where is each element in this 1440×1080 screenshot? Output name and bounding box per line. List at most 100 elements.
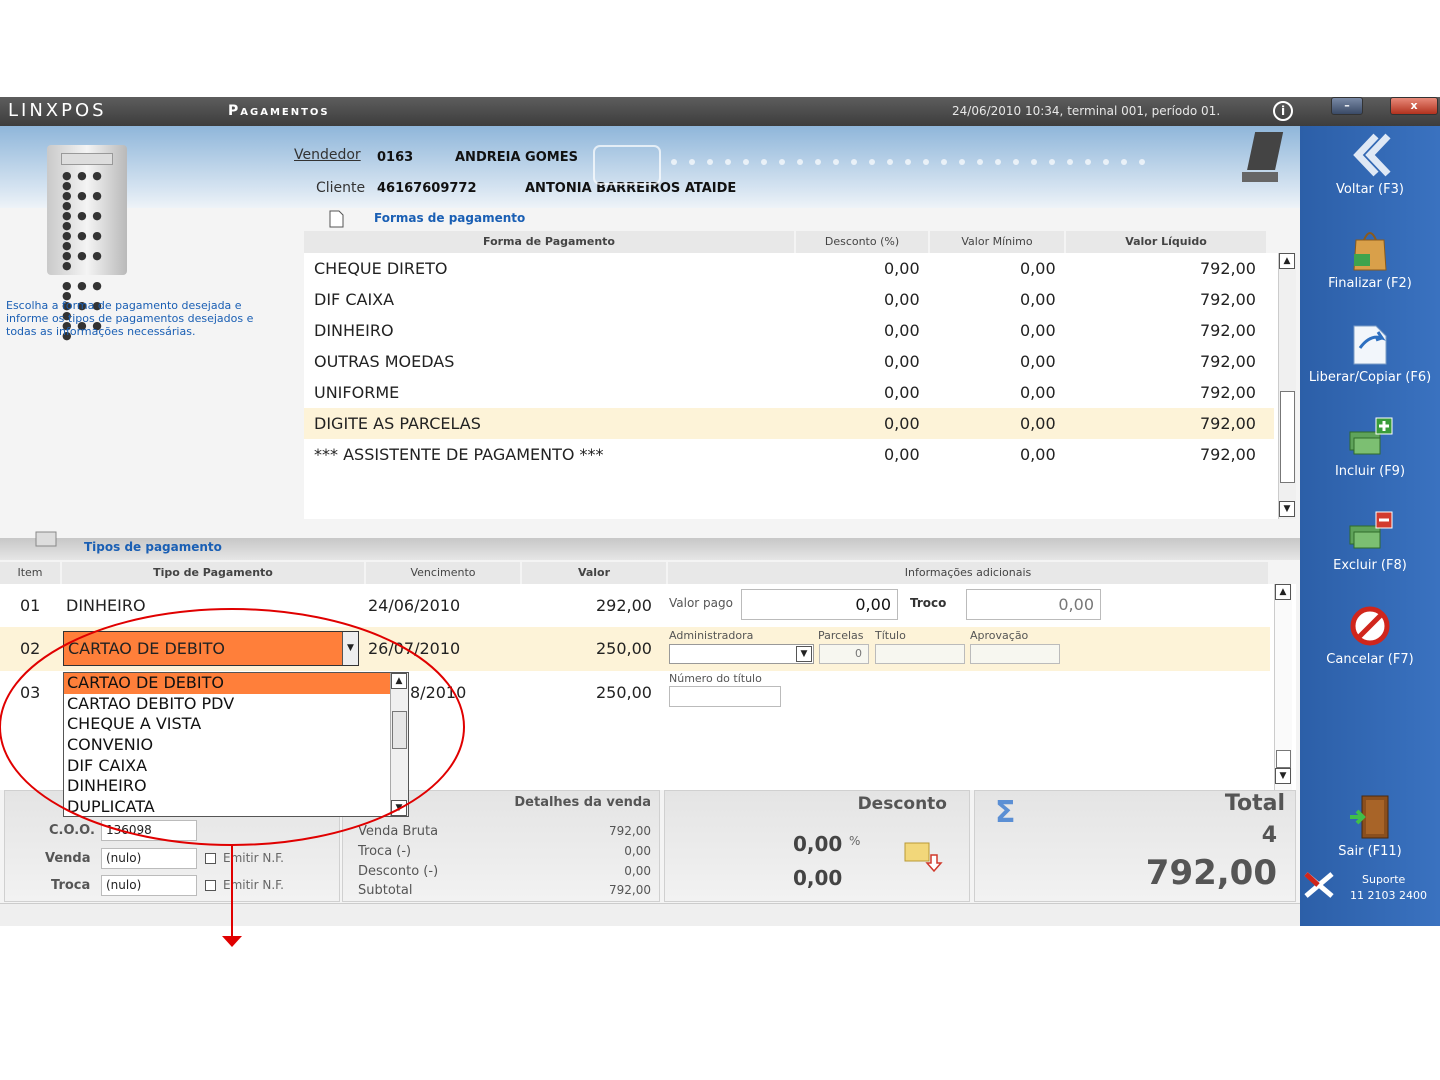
- finalizar-label: Finalizar (F2): [1328, 276, 1412, 291]
- finalizar-button[interactable]: Finalizar (F2): [1300, 226, 1440, 291]
- card-icon: [35, 531, 57, 547]
- forms-row[interactable]: *** ASSISTENTE DE PAGAMENTO *** 0,00 0,0…: [304, 439, 1274, 470]
- troco-label: Troco: [910, 596, 947, 610]
- forms-col-minimo[interactable]: Valor Mínimo: [930, 231, 1064, 253]
- info-icon[interactable]: i: [1273, 101, 1293, 121]
- chevron-down-icon[interactable]: ▼: [796, 646, 812, 662]
- cliente-label: Cliente: [316, 180, 366, 196]
- forms-col-desconto[interactable]: Desconto (%): [796, 231, 928, 253]
- forms-row-min: 0,00: [1020, 321, 1056, 340]
- scroll-up-icon[interactable]: ▲: [391, 673, 407, 689]
- scroll-thumb[interactable]: [392, 711, 407, 749]
- venda-input[interactable]: (nulo): [101, 848, 197, 869]
- forms-row-liq: 792,00: [1200, 414, 1256, 433]
- payment-item: 03: [20, 683, 41, 702]
- administradora-select[interactable]: ▼: [669, 644, 814, 664]
- pay-col-info[interactable]: Informações adicionais: [668, 562, 1268, 584]
- forms-row-name: DIGITE AS PARCELAS: [314, 414, 481, 433]
- forms-row-name: DINHEIRO: [314, 321, 394, 340]
- emitir-nf-label: Emitir N.F.: [223, 851, 284, 865]
- scroll-thumb[interactable]: [1276, 750, 1291, 768]
- dropdown-option[interactable]: CHEQUE A VISTA: [64, 714, 408, 735]
- aprovacao-input[interactable]: [970, 644, 1060, 664]
- coo-input[interactable]: 136098: [101, 820, 197, 841]
- titulo-input[interactable]: [875, 644, 965, 664]
- forms-row[interactable]: UNIFORME 0,00 0,00 792,00: [304, 377, 1274, 408]
- payments-scrollbar[interactable]: ▲ ▼: [1274, 584, 1292, 790]
- troca-input[interactable]: (nulo): [101, 875, 197, 896]
- pay-col-valor[interactable]: Valor: [522, 562, 666, 584]
- valor-pago-input[interactable]: 0,00: [741, 589, 898, 620]
- forms-row[interactable]: DIF CAIXA 0,00 0,00 792,00: [304, 284, 1274, 315]
- forms-col-liquido[interactable]: Valor Líquido: [1066, 231, 1266, 253]
- forms-scrollbar[interactable]: ▲ ▼: [1278, 253, 1296, 519]
- forms-row[interactable]: OUTRAS MOEDAS 0,00 0,00 792,00: [304, 346, 1274, 377]
- troco-input[interactable]: 0,00: [966, 589, 1101, 620]
- liberar-copiar-button[interactable]: Liberar/Copiar (F6): [1300, 320, 1440, 385]
- dropdown-option[interactable]: CARTAO DE DEBITO: [64, 673, 408, 694]
- datetime-status: 24/06/2010 10:34, terminal 001, período …: [952, 104, 1221, 118]
- dropdown-option[interactable]: CONVENIO: [64, 735, 408, 756]
- chevron-down-icon[interactable]: ▼: [342, 632, 358, 665]
- forms-row-desc: 0,00: [884, 352, 920, 371]
- payment-venc: 26/07/2010: [368, 639, 461, 658]
- numero-titulo-input[interactable]: [669, 686, 781, 707]
- voltar-button[interactable]: Voltar (F3): [1300, 132, 1440, 197]
- forms-row-desc: 0,00: [884, 321, 920, 340]
- excluir-label: Excluir (F8): [1333, 558, 1407, 573]
- parcelas-input[interactable]: 0: [819, 644, 869, 664]
- minimize-button[interactable]: –: [1331, 97, 1363, 115]
- window-title: Pagamentos: [228, 103, 330, 119]
- forms-row[interactable]: CHEQUE DIRETO 0,00 0,00 792,00: [304, 253, 1274, 284]
- forms-row-desc: 0,00: [884, 414, 920, 433]
- excluir-button[interactable]: Excluir (F8): [1300, 508, 1440, 573]
- forms-row-selected[interactable]: DIGITE AS PARCELAS 0,00 0,00 792,00: [304, 408, 1274, 439]
- total-panel: Σ Total 4 792,00: [974, 790, 1296, 902]
- support-label: Suporte: [1362, 873, 1406, 886]
- titulo-label: Título: [875, 629, 906, 642]
- detail-label: Venda Bruta: [358, 824, 439, 839]
- dropdown-option[interactable]: DUPLICATA: [64, 797, 408, 818]
- detail-value: 792,00: [609, 883, 651, 897]
- forms-row-min: 0,00: [1020, 414, 1056, 433]
- pay-col-tipo[interactable]: Tipo de Pagamento: [62, 562, 364, 584]
- pay-col-venc[interactable]: Vencimento: [366, 562, 520, 584]
- emitir-nf-label: Emitir N.F.: [223, 878, 284, 892]
- tipo-dropdown-list[interactable]: CARTAO DE DEBITO CARTAO DEBITO PDV CHEQU…: [63, 672, 409, 817]
- scroll-down-icon[interactable]: ▼: [391, 800, 407, 816]
- emitir-nf-checkbox[interactable]: [205, 853, 216, 864]
- scroll-down-icon[interactable]: ▼: [1275, 768, 1291, 784]
- payment-valor: 250,00: [596, 683, 652, 702]
- details-title: Detalhes da venda: [514, 795, 651, 810]
- tipo-select[interactable]: CARTAO DE DEBITO ▼: [63, 631, 359, 666]
- dropdown-option[interactable]: DIF CAIXA: [64, 756, 408, 777]
- administradora-label: Administradora: [669, 629, 754, 642]
- forms-row-liq: 792,00: [1200, 290, 1256, 309]
- scroll-thumb[interactable]: [1280, 391, 1295, 483]
- support-logo-icon: [1304, 872, 1334, 898]
- forms-row-min: 0,00: [1020, 352, 1056, 371]
- decorative-dots-icon: [593, 145, 1145, 185]
- scroll-down-icon[interactable]: ▼: [1279, 501, 1295, 517]
- incluir-label: Incluir (F9): [1334, 464, 1406, 479]
- incluir-button[interactable]: Incluir (F9): [1300, 414, 1440, 479]
- emitir-nf-checkbox[interactable]: [205, 880, 216, 891]
- forms-table: CHEQUE DIRETO 0,00 0,00 792,00 DIF CAIXA…: [304, 253, 1296, 519]
- tipo-select-value: CARTAO DE DEBITO: [68, 639, 225, 658]
- forms-row[interactable]: DINHEIRO 0,00 0,00 792,00: [304, 315, 1274, 346]
- scroll-up-icon[interactable]: ▲: [1275, 584, 1291, 600]
- dropdown-option[interactable]: CARTAO DEBITO PDV: [64, 694, 408, 715]
- discount-value: 0,00: [793, 866, 843, 890]
- payment-venc: 24/06/2010: [368, 596, 461, 615]
- sair-button[interactable]: Sair (F11): [1300, 794, 1440, 859]
- detail-value: 0,00: [624, 844, 651, 858]
- close-button[interactable]: x: [1390, 97, 1438, 115]
- dropdown-scrollbar[interactable]: ▲ ▼: [390, 673, 408, 816]
- cancelar-button[interactable]: Cancelar (F7): [1300, 602, 1440, 667]
- apply-discount-icon[interactable]: [901, 833, 947, 873]
- status-bar: [0, 903, 1300, 926]
- pay-col-item[interactable]: Item: [0, 562, 60, 584]
- scroll-up-icon[interactable]: ▲: [1279, 253, 1295, 269]
- forms-col-name[interactable]: Forma de Pagamento: [304, 231, 794, 253]
- dropdown-option[interactable]: DINHEIRO: [64, 776, 408, 797]
